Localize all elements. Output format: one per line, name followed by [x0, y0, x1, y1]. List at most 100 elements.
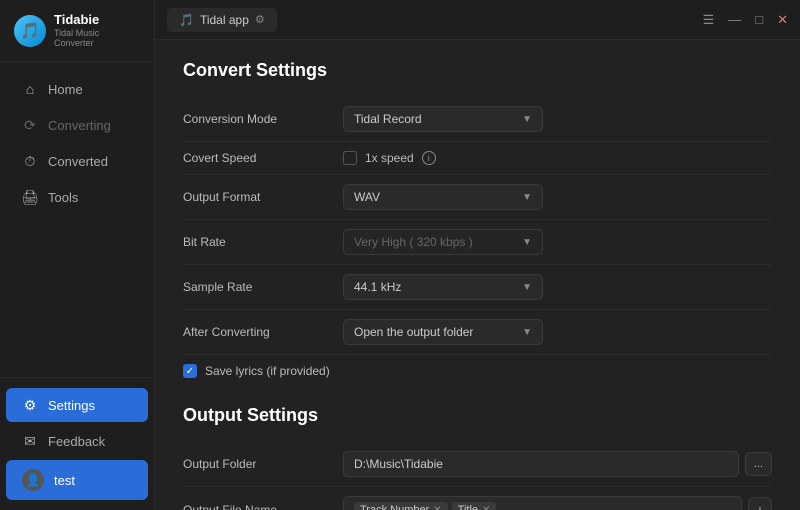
- window-controls: ☰ — □ ✕: [703, 12, 788, 28]
- tag-chip-tracknumber: Track Number ✕: [354, 502, 448, 510]
- tidal-tab-label: Tidal app: [200, 13, 249, 27]
- sidebar-item-feedback[interactable]: ✉ Feedback: [6, 424, 148, 458]
- sidebar-bottom: ⚙ Settings ✉ Feedback 👤 test: [0, 377, 154, 510]
- sidebar-label-converted: Converted: [48, 154, 108, 169]
- convert-speed-row: Covert Speed 1x speed i: [183, 142, 772, 175]
- convert-speed-label: Covert Speed: [183, 151, 343, 165]
- converting-icon: ⟳: [22, 117, 38, 133]
- sidebar-item-tools[interactable]: 🖨 Tools: [6, 180, 148, 214]
- chevron-down-icon: ▼: [522, 114, 532, 125]
- output-folder-row: Output Folder D:\Music\Tidabie ...: [183, 442, 772, 487]
- app-subtitle: Tidal Music Converter: [54, 28, 140, 50]
- conversion-mode-control: Tidal Record ▼: [343, 106, 772, 132]
- chevron-down-icon: ▼: [522, 282, 532, 293]
- settings-icon: ⚙: [22, 397, 38, 413]
- bit-rate-label: Bit Rate: [183, 235, 343, 249]
- sample-rate-control: 44.1 kHz ▼: [343, 274, 772, 300]
- sidebar-label-tools: Tools: [48, 190, 78, 205]
- conversion-mode-label: Conversion Mode: [183, 112, 343, 126]
- output-folder-label: Output Folder: [183, 457, 343, 471]
- titlebar: 🎵 Tidal app ⚙ ☰ — □ ✕: [155, 0, 800, 40]
- browse-label: ...: [754, 458, 763, 470]
- tidal-tab-icon: 🎵: [179, 13, 194, 27]
- tag-title-label: Title: [458, 504, 478, 510]
- after-converting-row: After Converting Open the output folder …: [183, 310, 772, 355]
- chevron-down-icon: ▼: [522, 237, 532, 248]
- after-converting-select[interactable]: Open the output folder ▼: [343, 319, 543, 345]
- save-lyrics-checkbox[interactable]: ✓: [183, 364, 197, 378]
- chevron-down-icon: ▼: [522, 327, 532, 338]
- logo-icon: 🎵: [14, 15, 46, 47]
- output-filename-label: Output File Name: [183, 503, 343, 510]
- home-icon: ⌂: [22, 81, 38, 97]
- output-format-value: WAV: [354, 190, 380, 204]
- speed-row: 1x speed i: [343, 151, 772, 165]
- sample-rate-label: Sample Rate: [183, 280, 343, 294]
- main-area: 🎵 Tidal app ⚙ ☰ — □ ✕ Convert Settings C…: [155, 0, 800, 510]
- output-folder-value: D:\Music\Tidabie: [354, 457, 443, 471]
- feedback-icon: ✉: [22, 433, 38, 449]
- output-format-control: WAV ▼: [343, 184, 772, 210]
- tag-title-remove[interactable]: ✕: [482, 505, 490, 510]
- speed-label: 1x speed: [365, 151, 414, 165]
- output-format-select[interactable]: WAV ▼: [343, 184, 543, 210]
- titlebar-left: 🎵 Tidal app ⚙: [167, 8, 277, 32]
- output-format-row: Output Format WAV ▼: [183, 175, 772, 220]
- add-tag-icon: +: [756, 502, 764, 510]
- output-path-row: D:\Music\Tidabie ...: [343, 451, 772, 477]
- menu-button[interactable]: ☰: [703, 12, 715, 28]
- user-avatar: 👤: [22, 469, 44, 491]
- speed-info-icon[interactable]: i: [422, 151, 436, 165]
- sidebar-label-converting: Converting: [48, 118, 111, 133]
- sample-rate-value: 44.1 kHz: [354, 280, 401, 294]
- sidebar-item-converting: ⟳ Converting: [6, 108, 148, 142]
- save-lyrics-label: Save lyrics (if provided): [205, 364, 330, 378]
- convert-settings-title: Convert Settings: [183, 60, 772, 81]
- convert-settings-grid: Conversion Mode Tidal Record ▼ Covert Sp…: [183, 97, 772, 387]
- bit-rate-value: Very High ( 320 kbps ): [354, 235, 473, 249]
- bit-rate-control: Very High ( 320 kbps ) ▼: [343, 229, 772, 255]
- tag-tracknumber-remove[interactable]: ✕: [433, 505, 441, 510]
- close-button[interactable]: ✕: [777, 12, 788, 28]
- sidebar: 🎵 Tidabie Tidal Music Converter ⌂ Home ⟳…: [0, 0, 155, 510]
- speed-checkbox[interactable]: [343, 151, 357, 165]
- conversion-mode-row: Conversion Mode Tidal Record ▼: [183, 97, 772, 142]
- sidebar-item-settings[interactable]: ⚙ Settings: [6, 388, 148, 422]
- tools-icon: 🖨: [22, 189, 38, 205]
- tidal-app-tab[interactable]: 🎵 Tidal app ⚙: [167, 8, 277, 32]
- app-logo: 🎵 Tidabie Tidal Music Converter: [0, 0, 154, 62]
- sample-rate-select[interactable]: 44.1 kHz ▼: [343, 274, 543, 300]
- user-profile[interactable]: 👤 test: [6, 460, 148, 500]
- sidebar-nav: ⌂ Home ⟳ Converting ⏱ Converted 🖨 Tools: [0, 62, 154, 377]
- sidebar-item-home[interactable]: ⌂ Home: [6, 72, 148, 106]
- sample-rate-row: Sample Rate 44.1 kHz ▼: [183, 265, 772, 310]
- output-filename-row: Output File Name Track Number ✕ Title ✕: [183, 487, 772, 510]
- browse-button[interactable]: ...: [745, 452, 772, 476]
- conversion-mode-select[interactable]: Tidal Record ▼: [343, 106, 543, 132]
- after-converting-label: After Converting: [183, 325, 343, 339]
- output-folder-input[interactable]: D:\Music\Tidabie: [343, 451, 739, 477]
- logo-text: Tidabie Tidal Music Converter: [54, 12, 140, 49]
- sidebar-label-settings: Settings: [48, 398, 95, 413]
- output-format-label: Output Format: [183, 190, 343, 204]
- user-name: test: [54, 473, 75, 488]
- after-converting-control: Open the output folder ▼: [343, 319, 772, 345]
- add-tag-button[interactable]: +: [748, 497, 772, 510]
- convert-speed-control: 1x speed i: [343, 151, 772, 165]
- after-converting-value: Open the output folder: [354, 325, 473, 339]
- output-filename-control: Track Number ✕ Title ✕ +: [343, 496, 772, 510]
- tab-settings-icon: ⚙: [255, 13, 265, 26]
- maximize-button[interactable]: □: [755, 12, 763, 27]
- sidebar-item-converted[interactable]: ⏱ Converted: [6, 144, 148, 178]
- save-lyrics-row: ✓ Save lyrics (if provided): [183, 355, 772, 387]
- output-settings-title: Output Settings: [183, 405, 772, 426]
- minimize-button[interactable]: —: [728, 12, 741, 27]
- sidebar-label-feedback: Feedback: [48, 434, 105, 449]
- converted-icon: ⏱: [22, 153, 38, 169]
- chevron-down-icon: ▼: [522, 192, 532, 203]
- conversion-mode-value: Tidal Record: [354, 112, 422, 126]
- filename-input[interactable]: Track Number ✕ Title ✕: [343, 496, 742, 510]
- settings-content: Convert Settings Conversion Mode Tidal R…: [155, 40, 800, 510]
- output-settings-grid: Output Folder D:\Music\Tidabie ... Outpu…: [183, 442, 772, 510]
- bit-rate-select: Very High ( 320 kbps ) ▼: [343, 229, 543, 255]
